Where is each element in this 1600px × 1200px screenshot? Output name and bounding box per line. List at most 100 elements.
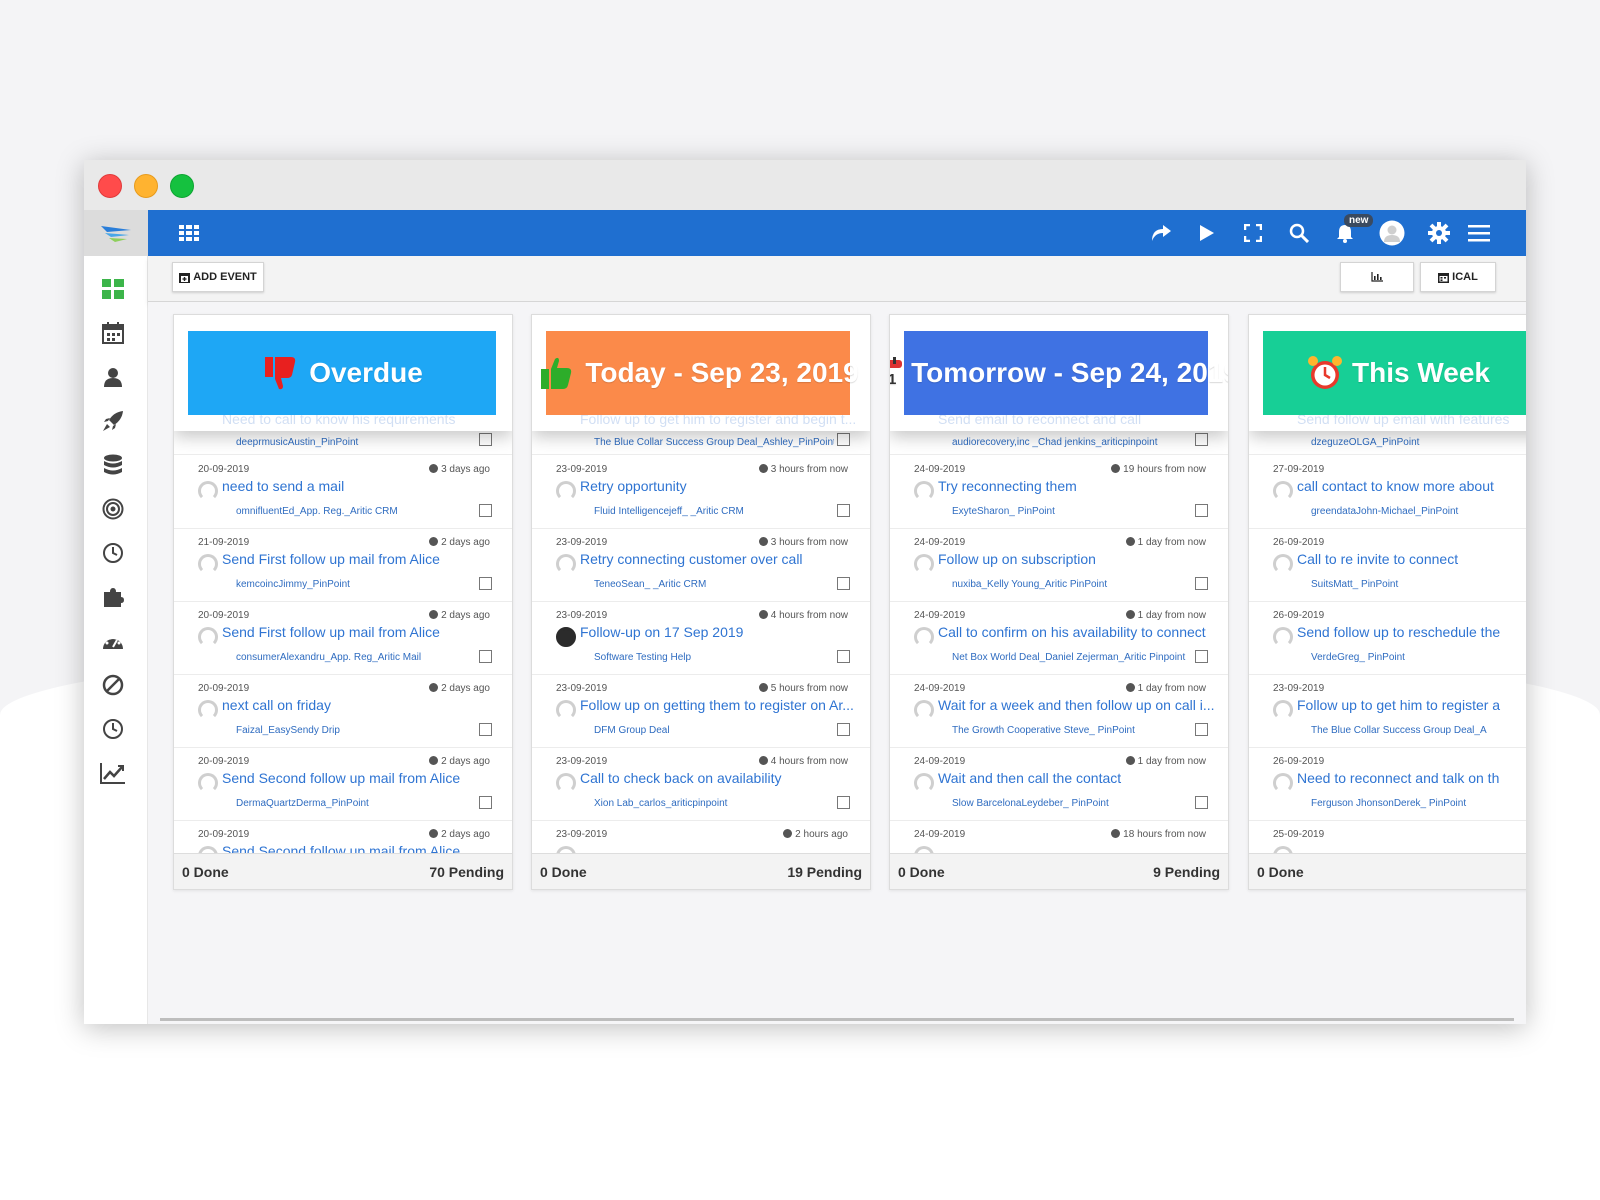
- list-item[interactable]: 23-09-20194 hFollow up to get him to reg…: [1249, 675, 1526, 748]
- task-contact[interactable]: DFM Group Deal: [594, 725, 834, 736]
- task-checkbox[interactable]: [1195, 796, 1208, 809]
- task-checkbox[interactable]: [837, 650, 850, 663]
- task-title[interactable]: call contact to know more about: [1297, 478, 1526, 494]
- task-contact[interactable]: nuxiba_Kelly Young_Aritic PinPoint: [952, 579, 1192, 590]
- task-checkbox[interactable]: [1195, 723, 1208, 736]
- list-item[interactable]: 20-09-2019 2 days ago Send First follow up…: [174, 602, 512, 675]
- task-contact[interactable]: DermaQuartzDerma_PinPoint: [236, 798, 476, 809]
- ban-icon[interactable]: [98, 670, 128, 700]
- task-checkbox[interactable]: [1195, 433, 1208, 446]
- task-title[interactable]: Call to check back on availability: [580, 770, 860, 786]
- task-title[interactable]: Wait for a week and then follow up on ca…: [938, 697, 1218, 713]
- task-title[interactable]: Try reconnecting them: [938, 478, 1218, 494]
- list-item[interactable]: 20-09-2019 2 days ago next call on friday F…: [174, 675, 512, 748]
- list-item[interactable]: 23-09-2019 4 hours from now Follow-up on 1…: [532, 602, 870, 675]
- task-title[interactable]: Send Second follow up mail from Alice: [222, 770, 502, 786]
- task-checkbox[interactable]: [837, 433, 850, 446]
- task-checkbox[interactable]: [479, 796, 492, 809]
- hamburger-menu-icon[interactable]: [1464, 218, 1494, 248]
- task-title[interactable]: Follow up to get him to register a: [1297, 697, 1526, 713]
- gauge-icon[interactable]: [98, 626, 128, 656]
- task-title[interactable]: Follow up on subscription: [938, 551, 1218, 567]
- list-item[interactable]: 26-09-20193Call to re invite to connectS…: [1249, 529, 1526, 602]
- task-contact[interactable]: Net Box World Deal_Daniel Zejerman_Ariti…: [952, 652, 1192, 663]
- add-event-button[interactable]: ADD EVENT: [172, 262, 264, 292]
- task-title[interactable]: Send follow up to reschedule the: [1297, 624, 1526, 640]
- task-checkbox[interactable]: [1195, 650, 1208, 663]
- task-contact[interactable]: deeprmusicAustin_PinPoint: [236, 437, 476, 448]
- user-avatar[interactable]: [1377, 218, 1407, 248]
- list-item[interactable]: 23-09-2019 3 hours from now Retry connecti…: [532, 529, 870, 602]
- task-contact[interactable]: consumerAlexandru_App. Reg_Aritic Mail: [236, 652, 476, 663]
- task-checkbox[interactable]: [479, 650, 492, 663]
- ical-button[interactable]: ICAL: [1420, 262, 1496, 292]
- task-contact[interactable]: ExyteSharon_ PinPoint: [952, 506, 1192, 517]
- list-item[interactable]: 26-09-20192Need to reconnect and talk on…: [1249, 748, 1526, 821]
- task-contact[interactable]: SuitsMatt_ PinPoint: [1311, 579, 1526, 590]
- list-item[interactable]: 20-09-2019 2 days ago Send Second follow u…: [174, 748, 512, 821]
- target-icon[interactable]: [98, 494, 128, 524]
- list-item[interactable]: 24-09-2019 1 day from now Follow up on sub…: [890, 529, 1228, 602]
- task-title[interactable]: Send First follow up mail from Alice: [222, 624, 502, 640]
- list-item[interactable]: 24-09-2019 19 hours from now Try reconnect…: [890, 456, 1228, 529]
- list-item[interactable]: 24-09-2019 1 day from now Wait for a week …: [890, 675, 1228, 748]
- database-icon[interactable]: [98, 450, 128, 480]
- settings-gear-icon[interactable]: [1424, 218, 1454, 248]
- history-icon[interactable]: [98, 714, 128, 744]
- task-contact[interactable]: greendataJohn-Michael_PinPoint: [1311, 506, 1526, 517]
- task-checkbox[interactable]: [479, 577, 492, 590]
- list-item[interactable]: 21-09-2019 2 days ago Send First follow up…: [174, 529, 512, 602]
- task-title[interactable]: Need to reconnect and talk on th: [1297, 770, 1526, 786]
- list-item[interactable]: 23-09-2019 5 hours from now Follow up on g…: [532, 675, 870, 748]
- task-contact[interactable]: Xion Lab_carlos_ariticpinpoint: [594, 798, 834, 809]
- line-chart-icon[interactable]: [98, 758, 128, 788]
- chart-view-button[interactable]: [1340, 262, 1414, 292]
- task-checkbox[interactable]: [837, 723, 850, 736]
- task-contact[interactable]: omnifluentEd_App. Reg._Aritic CRM: [236, 506, 476, 517]
- task-title[interactable]: Wait and then call the contact: [938, 770, 1218, 786]
- task-checkbox[interactable]: [1195, 504, 1208, 517]
- task-contact[interactable]: dzeguzeOLGA_PinPoint: [1311, 437, 1526, 448]
- rocket-icon[interactable]: [98, 406, 128, 436]
- task-title[interactable]: Retry opportunity: [580, 478, 860, 494]
- task-contact[interactable]: Ferguson JhonsonDerek_ PinPoint: [1311, 798, 1526, 809]
- task-checkbox[interactable]: [479, 433, 492, 446]
- task-contact[interactable]: Faizal_EasySendy Drip: [236, 725, 476, 736]
- maximize-window-button[interactable]: [170, 174, 194, 198]
- list-item[interactable]: 20-09-2019 3 days ago need to send a mail o…: [174, 456, 512, 529]
- task-contact[interactable]: Software Testing Help: [594, 652, 834, 663]
- task-contact[interactable]: kemcoincJimmy_PinPoint: [236, 579, 476, 590]
- minimize-window-button[interactable]: [134, 174, 158, 198]
- task-title[interactable]: next call on friday: [222, 697, 502, 713]
- task-checkbox[interactable]: [479, 504, 492, 517]
- task-title[interactable]: Send First follow up mail from Alice: [222, 551, 502, 567]
- task-title[interactable]: Retry connecting customer over call: [580, 551, 860, 567]
- task-checkbox[interactable]: [837, 577, 850, 590]
- task-contact[interactable]: Slow BarcelonaLeydeber_ PinPoint: [952, 798, 1192, 809]
- apps-grid-icon[interactable]: [174, 218, 204, 248]
- list-item[interactable]: 23-09-2019 4 hours from now Call to check …: [532, 748, 870, 821]
- clock-icon[interactable]: [98, 538, 128, 568]
- task-contact[interactable]: VerdeGreg_ PinPoint: [1311, 652, 1526, 663]
- task-contact[interactable]: Fluid Intelligencejeff_ _Aritic CRM: [594, 506, 834, 517]
- task-contact[interactable]: The Growth Cooperative Steve_ PinPoint: [952, 725, 1192, 736]
- puzzle-icon[interactable]: [98, 582, 128, 612]
- task-contact[interactable]: The Blue Collar Success Group Deal_Ashle…: [594, 437, 834, 448]
- play-icon[interactable]: [1192, 218, 1222, 248]
- task-contact[interactable]: TeneoSean_ _Aritic CRM: [594, 579, 834, 590]
- share-icon[interactable]: [1146, 218, 1176, 248]
- dashboard-icon[interactable]: [98, 274, 128, 304]
- task-checkbox[interactable]: [479, 723, 492, 736]
- fullscreen-icon[interactable]: [1238, 218, 1268, 248]
- task-contact[interactable]: The Blue Collar Success Group Deal_A: [1311, 725, 1526, 736]
- task-title[interactable]: Call to confirm on his availability to c…: [938, 624, 1218, 640]
- task-contact[interactable]: audiorecovery,inc _Chad jenkins_ariticpi…: [952, 437, 1192, 448]
- task-title[interactable]: Call to re invite to connect: [1297, 551, 1526, 567]
- app-logo[interactable]: [84, 210, 148, 256]
- list-item[interactable]: 24-09-2019 1 day from now Wait and then ca…: [890, 748, 1228, 821]
- task-checkbox[interactable]: [1195, 577, 1208, 590]
- calendar-icon[interactable]: [98, 318, 128, 348]
- task-title[interactable]: Follow up on getting them to register on…: [580, 697, 860, 713]
- list-item[interactable]: 23-09-2019 3 hours from now Retry opportun…: [532, 456, 870, 529]
- task-title[interactable]: Follow-up on 17 Sep 2019: [580, 624, 860, 640]
